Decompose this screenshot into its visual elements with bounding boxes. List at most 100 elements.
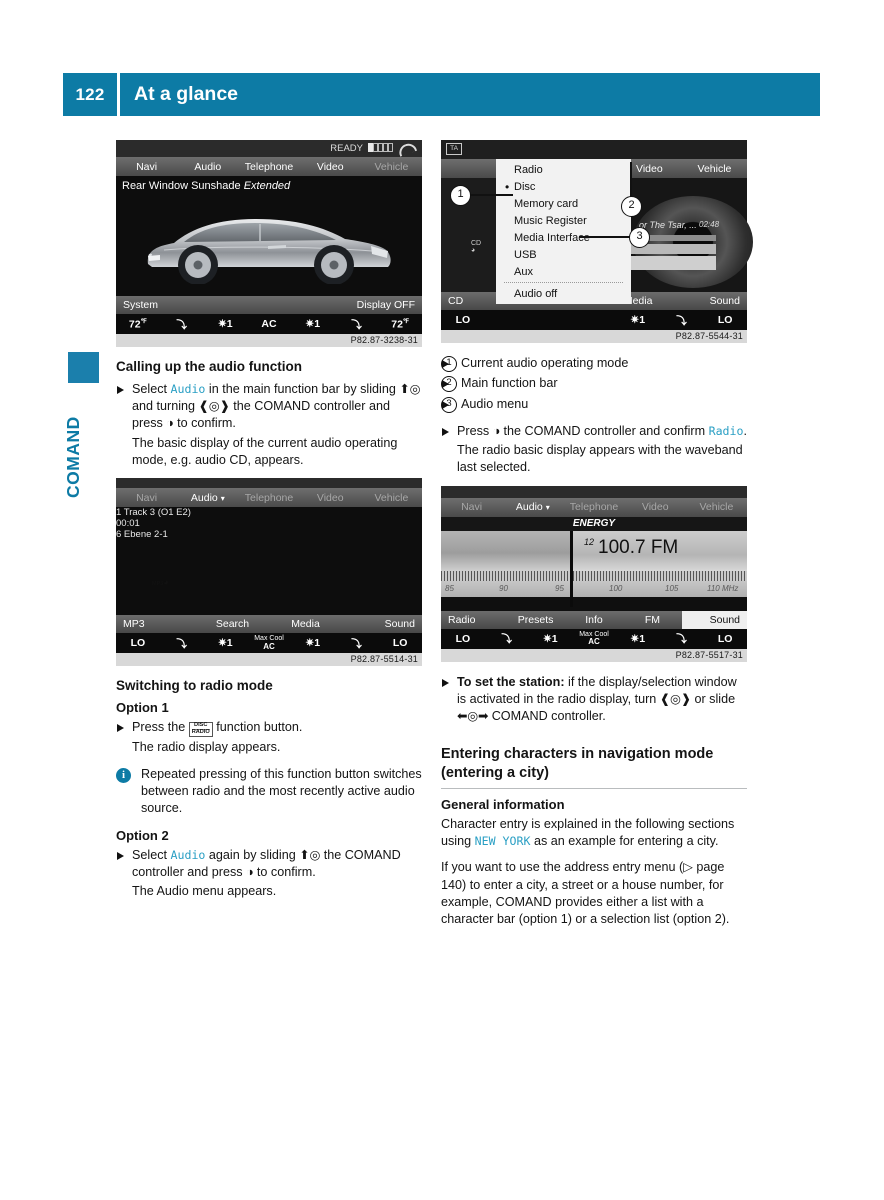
comand-screen-mp3: Navi Audio ▾ Telephone Video Vehicle 1 T…: [116, 478, 422, 654]
chapter-tab-marker: [68, 352, 99, 383]
mfb-item-audio[interactable]: Audio ▾: [502, 501, 563, 513]
mfb-item-telephone[interactable]: Telephone: [563, 501, 624, 513]
sunshade-status: Rear Window Sunshade Extended: [122, 180, 291, 192]
mfb-item-vehicle[interactable]: Vehicle: [361, 161, 422, 173]
radio-top-strip: [441, 485, 747, 498]
climate-fan-left: ✷1: [217, 637, 233, 650]
menu-item-audio-off[interactable]: Audio off: [496, 285, 631, 302]
legend-item-3: 3 Audio menu: [441, 396, 747, 413]
mfb-item-video[interactable]: Video: [300, 492, 361, 504]
legend-text-2: Main function bar: [461, 376, 558, 391]
figure-vehicle-sunshade: READY Navi Audio Telephone Video Vehicle…: [116, 140, 422, 347]
mfb-item-navi[interactable]: Navi: [116, 161, 177, 173]
car-illustration: [147, 219, 391, 284]
step-set-station: To set the station: if the display/selec…: [441, 674, 747, 726]
callout-line-3: [579, 236, 631, 238]
menu-item-memory-card[interactable]: Memory card: [496, 195, 631, 212]
result-press-radio: The radio basic display appears with the…: [457, 443, 743, 475]
scale-tick-110: 110 MHz: [707, 583, 739, 593]
climate-lo-left: LO: [455, 314, 471, 326]
menu-item-usb[interactable]: USB: [496, 246, 631, 263]
bfb-item-media[interactable]: Media: [269, 618, 342, 630]
climate-fan-right: ✷1: [630, 314, 646, 326]
climate-airflow-right: ⤵: [351, 637, 362, 650]
bfb-item-mp3[interactable]: MP3: [116, 618, 196, 630]
bfb-item-display-off[interactable]: Display OFF: [269, 299, 422, 311]
mfb-item-vehicle[interactable]: Vehicle: [686, 501, 747, 513]
step-set-station-label: To set the station:: [457, 674, 565, 689]
climate-lo-left: LO: [455, 632, 471, 645]
mfb-item-navi[interactable]: Navi: [441, 501, 502, 513]
bfb-item-sound[interactable]: Sound: [342, 618, 422, 630]
mfb-item-audio[interactable]: Audio ▾: [177, 492, 238, 504]
climate-lo-left: LO: [130, 637, 146, 650]
climate-fan-right: ✷1: [305, 637, 321, 650]
bfb-item-sound[interactable]: Sound: [672, 295, 747, 307]
audio-menu-top-strip: TA: [441, 140, 747, 159]
comand-screen-radio: Navi Audio ▾ Telephone Video Vehicle ENE…: [441, 485, 748, 649]
climate-bar-mp3: LO ⤵ ✷1 Max Cool AC ✷1 ⤵ LO: [116, 633, 422, 654]
heading-option-2: Option 2: [116, 827, 169, 843]
bottom-function-bar-radio: Radio Presets Info FM Sound: [441, 610, 748, 629]
main-function-bar: Navi Audio Telephone Video Vehicle: [116, 157, 422, 176]
mp3-top-strip: [116, 478, 422, 489]
mp3-list-row[interactable]: 6 Ebene 2-1: [116, 529, 422, 540]
radio-preset-number: 12: [584, 536, 595, 547]
bottom-function-bar: System Display OFF: [116, 296, 422, 314]
audio-source-menu[interactable]: Radio Disc Memory card Music Register Me…: [496, 159, 631, 304]
figure-caption-2: P82.87-5544-31: [441, 330, 747, 343]
left-column: READY Navi Audio Telephone Video Vehicle…: [116, 140, 422, 909]
mfb-item-vehicle[interactable]: Vehicle: [682, 163, 747, 175]
bfb-item-search[interactable]: Search: [196, 618, 269, 630]
legend-text-3: Audio menu: [461, 396, 529, 411]
bfb-item-system[interactable]: System: [116, 299, 269, 311]
callout-line-2: [630, 162, 632, 198]
climate-max-cool: Max Cool AC: [254, 635, 284, 651]
figure-caption-1: P82.87-3238-31: [116, 334, 422, 347]
page-number: 122: [75, 84, 105, 104]
climate-fan-right: ✷1: [630, 632, 646, 645]
legend-item-1: 1 Current audio operating mode: [441, 355, 747, 372]
slide-left-right-icon: ⬅◎➡: [457, 709, 489, 723]
chapter-tab-label: COMAND: [63, 416, 83, 498]
heading-switching-radio: Switching to radio mode: [116, 678, 273, 694]
heading-general-information: General information: [441, 796, 565, 812]
radio-tuning-marker: [570, 530, 573, 607]
menu-item-aux[interactable]: Aux: [496, 263, 631, 280]
climate-temp-right: 72℉: [391, 318, 410, 331]
highlight-radio: Radio: [708, 423, 744, 438]
mfb-item-navi[interactable]: Navi: [116, 492, 177, 504]
radio-frequency-box[interactable]: 12 100.7 FM: [572, 530, 747, 571]
mfb-item-telephone[interactable]: Telephone: [238, 492, 299, 504]
press-knob-icon: ◑: [166, 416, 174, 431]
info-note: i Repeated pressing of this function but…: [116, 766, 422, 818]
right-column: TA ne Video Vehicle CD◕ or The Tsar, ...…: [441, 140, 753, 937]
disc-radio-button-icon: DISC RADIO: [188, 722, 213, 737]
mfb-item-audio[interactable]: Audio: [177, 161, 238, 173]
callout-3: 3: [629, 227, 650, 248]
legend-number-1: 1: [441, 356, 457, 372]
page-header: 122 At a glance: [63, 73, 820, 116]
menu-item-disc[interactable]: Disc: [496, 178, 631, 195]
menu-item-radio[interactable]: Radio: [496, 161, 631, 178]
heading-calling-audio: Calling up the audio function: [116, 359, 302, 374]
climate-fan-left: ✷1: [217, 318, 233, 330]
mfb-item-telephone[interactable]: Telephone: [238, 161, 299, 173]
menu-separator: [504, 282, 623, 283]
info-icon: i: [116, 767, 131, 783]
mfb-item-vehicle[interactable]: Vehicle: [361, 492, 422, 504]
mfb-item-video[interactable]: Video: [625, 501, 686, 513]
legend-item-2: 2 Main function bar: [441, 375, 747, 393]
phone-icon: [396, 140, 418, 157]
climate-airflow-right: ⤵: [676, 633, 687, 645]
bfb-item-presets[interactable]: Presets: [506, 614, 564, 626]
mfb-item-video[interactable]: Video: [300, 161, 361, 173]
bfb-item-info[interactable]: Info: [565, 614, 623, 626]
bfb-item-radio[interactable]: Radio: [441, 614, 506, 626]
menu-item-media-interface[interactable]: Media Interface: [496, 229, 631, 246]
menu-item-music-register[interactable]: Music Register: [496, 212, 631, 229]
step-press-disc-radio: Press the DISC RADIO function button.: [116, 719, 422, 737]
bfb-item-sound[interactable]: Sound: [681, 610, 748, 629]
signal-blocks: [368, 142, 393, 155]
bfb-item-fm[interactable]: FM: [623, 614, 681, 626]
